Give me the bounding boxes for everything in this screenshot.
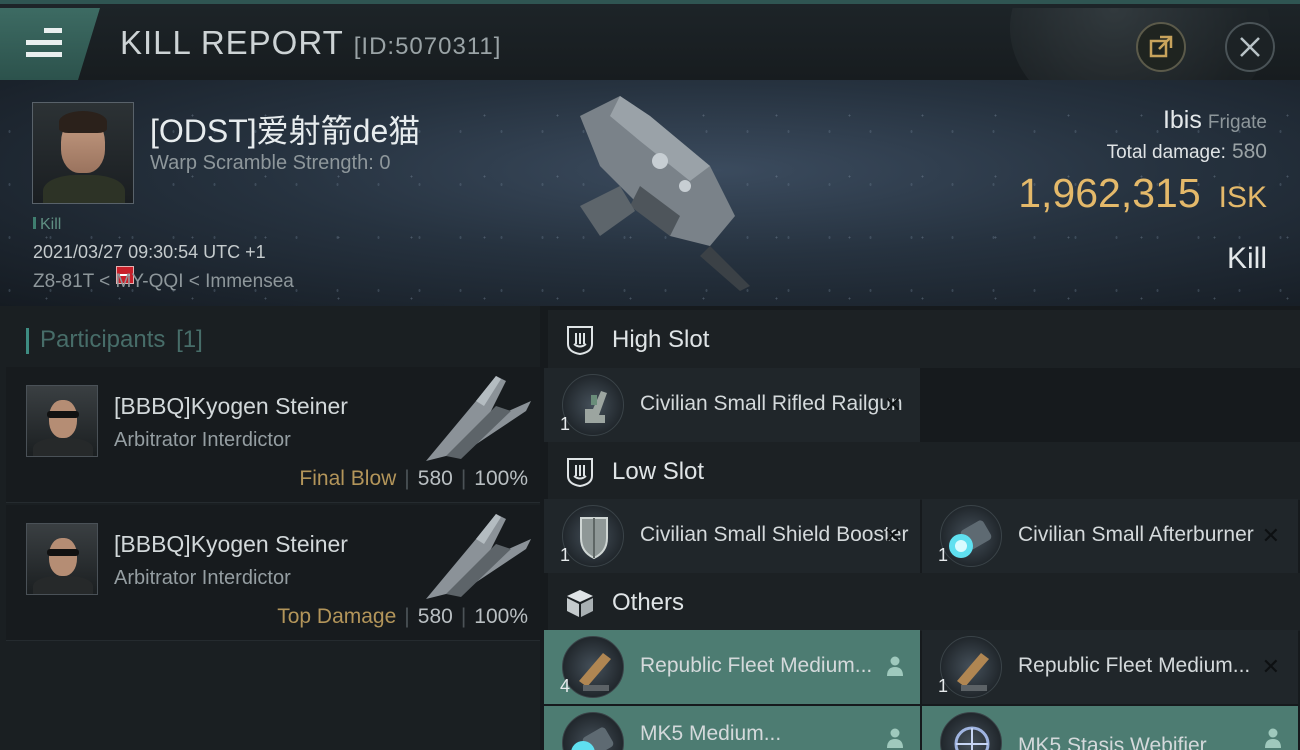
total-damage-label: Total damage: — [1106, 142, 1226, 163]
kill-summary: [ODST]爱射箭de猫 Warp Scramble Strength: 0 K… — [0, 80, 1300, 306]
isk-value: 1,962,315 ISK — [1018, 170, 1267, 217]
participant-percent: 100% — [474, 605, 528, 628]
cargo-item[interactable]: 1 Republic Fleet Medium... ✕ — [922, 630, 1298, 704]
destroyed-icon: ✕ — [883, 392, 902, 417]
participants-label: Participants — [40, 326, 166, 353]
participant-ship-icon — [426, 514, 531, 599]
others-label: Others — [612, 589, 685, 616]
victim-name[interactable]: [ODST]爱射箭de猫 — [150, 106, 420, 152]
participant-row[interactable]: [BBBQ]Kyogen Steiner Arbitrator Interdic… — [6, 505, 540, 641]
item-quantity: 4 — [560, 676, 571, 696]
low-slot-icon — [567, 458, 593, 488]
participant-role: Final Blow — [299, 467, 397, 490]
participant-ship: Arbitrator Interdictor — [114, 567, 291, 589]
cargo-item[interactable]: MK5 Stasis Webifier — [922, 706, 1298, 750]
total-damage-value: 580 — [1231, 140, 1267, 163]
close-button[interactable] — [1225, 22, 1275, 72]
participant-damage: 580 — [417, 605, 453, 628]
stasis-webifier-icon — [940, 712, 1002, 750]
kill-datetime: 2021/03/27 09:30:54 UTC +1 — [33, 242, 266, 262]
cargo-item[interactable]: 4 Republic Fleet Medium... — [544, 630, 920, 704]
ship-type: Ibis — [1162, 106, 1202, 134]
item-quantity: 1 — [938, 676, 949, 696]
destroyed-icon: ✕ — [1261, 523, 1280, 548]
external-link-icon — [1149, 35, 1173, 58]
isk-unit: ISK — [1218, 181, 1267, 214]
module-name: Civilian Small Afterburner — [1018, 523, 1254, 546]
item-name: MK5 Stasis Webifier — [1018, 734, 1207, 750]
participant-damage: 580 — [417, 467, 453, 490]
total-damage: Total damage: 580 — [1107, 140, 1267, 164]
hamburger-icon — [26, 28, 62, 58]
title-text: KILL REPORT — [120, 24, 344, 61]
ship-name[interactable]: Ibis Frigate — [1163, 106, 1267, 135]
participants-panel: Participants [1] [BBBQ]Kyogen Steiner Ar… — [0, 306, 540, 750]
page-title: KILL REPORT [ID:5070311] — [120, 24, 501, 62]
cargo-item[interactable]: MK5 Medium... — [544, 706, 920, 750]
victim-portrait[interactable] — [32, 102, 134, 204]
afterburner-icon — [562, 712, 624, 750]
cargo-box-icon — [567, 590, 593, 617]
ammo-icon — [562, 636, 624, 698]
high-slot-label: High Slot — [612, 326, 710, 353]
participant-stats: Final Blow | 580 | 100% — [299, 467, 528, 490]
destroyed-icon: ✕ — [1261, 654, 1280, 679]
module-quantity: 1 — [560, 545, 571, 565]
item-name: Republic Fleet Medium... — [1018, 654, 1251, 677]
participant-ship-icon — [426, 376, 531, 461]
title-bar: KILL REPORT [ID:5070311] — [0, 0, 1300, 84]
ship-class: Frigate — [1207, 112, 1267, 133]
fitting-panel: High Slot 1 Civilian Small Rifled Railgu… — [540, 306, 1300, 750]
low-slot-header: Low Slot — [548, 442, 1300, 500]
item-name: MK5 Medium... — [640, 722, 782, 745]
ammo-icon — [940, 636, 1002, 698]
railgun-icon — [562, 374, 624, 436]
module-quantity: 1 — [938, 545, 949, 565]
shield-booster-icon — [562, 505, 624, 567]
kill-location[interactable]: Z8-81T < MY-QQI < Immensea — [33, 271, 294, 293]
participants-count: [1] — [176, 326, 203, 353]
ship-render — [580, 96, 750, 291]
item-name: Republic Fleet Medium... — [640, 654, 873, 677]
share-button[interactable] — [1136, 22, 1186, 72]
module-quantity: 1 — [560, 414, 571, 434]
dropped-person-icon — [887, 656, 903, 676]
high-slot-header: High Slot — [548, 310, 1300, 368]
participants-header: Participants [1] — [26, 326, 203, 354]
participant-name: [BBBQ]Kyogen Steiner — [114, 531, 348, 557]
fitted-module[interactable]: 1 Civilian Small Afterburner ✕ — [922, 499, 1298, 573]
participant-role: Top Damage — [277, 605, 397, 628]
participant-percent: 100% — [474, 467, 528, 490]
kill-tag: Kill — [33, 216, 61, 234]
participant-stats: Top Damage | 580 | 100% — [277, 605, 528, 628]
menu-button[interactable] — [0, 8, 100, 80]
dropped-person-icon — [887, 728, 903, 748]
module-name: Civilian Small Rifled Railgun — [640, 392, 903, 415]
close-icon — [1240, 37, 1260, 57]
report-id: [ID:5070311] — [353, 33, 502, 60]
isk-amount: 1,962,315 — [1018, 170, 1201, 216]
high-slot-icon — [567, 326, 593, 356]
participant-ship: Arbitrator Interdictor — [114, 429, 291, 451]
fitted-module[interactable]: 1 Civilian Small Rifled Railgun ✕ — [544, 368, 920, 442]
participant-portrait[interactable] — [26, 523, 98, 595]
others-header: Others — [548, 573, 1300, 631]
module-name: Civilian Small Shield Booster — [640, 523, 909, 546]
afterburner-icon — [940, 505, 1002, 567]
participant-row[interactable]: [BBBQ]Kyogen Steiner Arbitrator Interdic… — [6, 367, 540, 503]
participant-name: [BBBQ]Kyogen Steiner — [114, 393, 348, 419]
participant-portrait[interactable] — [26, 385, 98, 457]
low-slot-label: Low Slot — [612, 458, 705, 485]
kill-type: Kill — [1226, 242, 1267, 275]
fitted-module[interactable]: 1 Civilian Small Shield Booster ✕ — [544, 499, 920, 573]
warp-scramble-strength: Warp Scramble Strength: 0 — [150, 152, 391, 174]
dropped-person-icon — [1265, 728, 1281, 748]
destroyed-icon: ✕ — [883, 523, 902, 548]
